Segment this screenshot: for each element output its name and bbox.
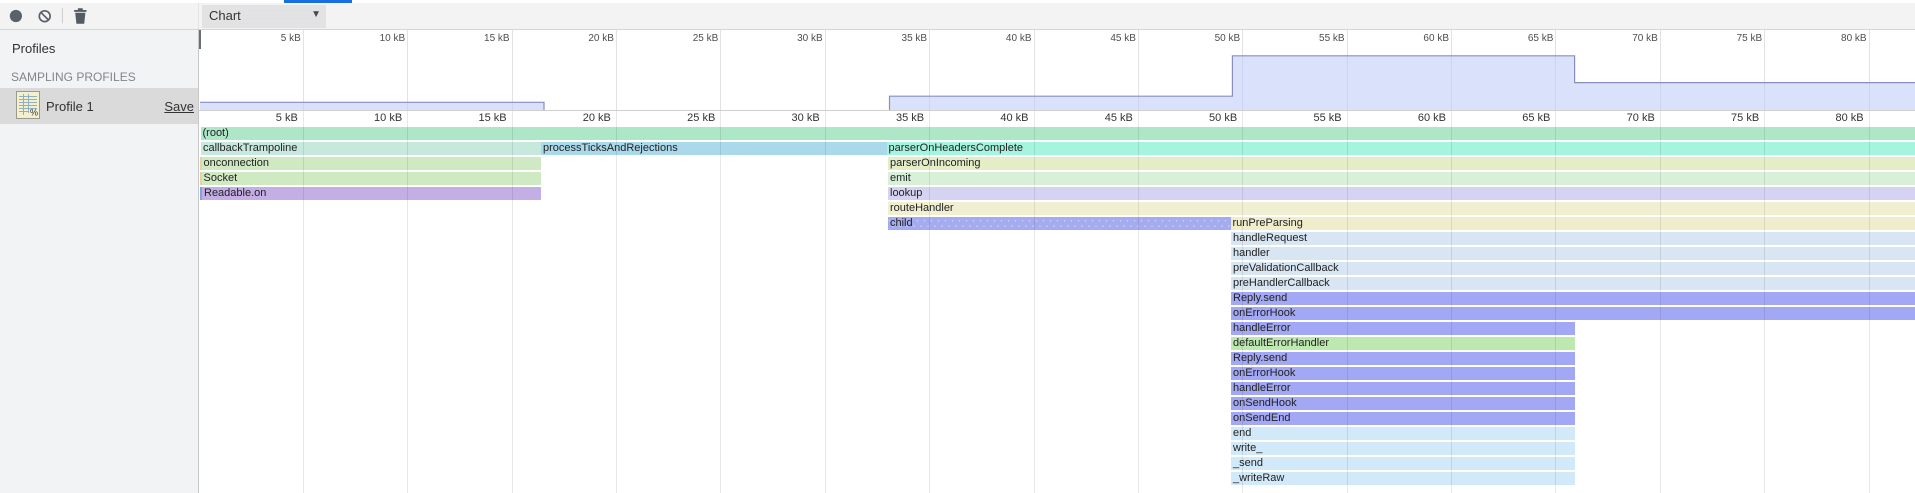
svg-text:%: % [30,108,38,118]
